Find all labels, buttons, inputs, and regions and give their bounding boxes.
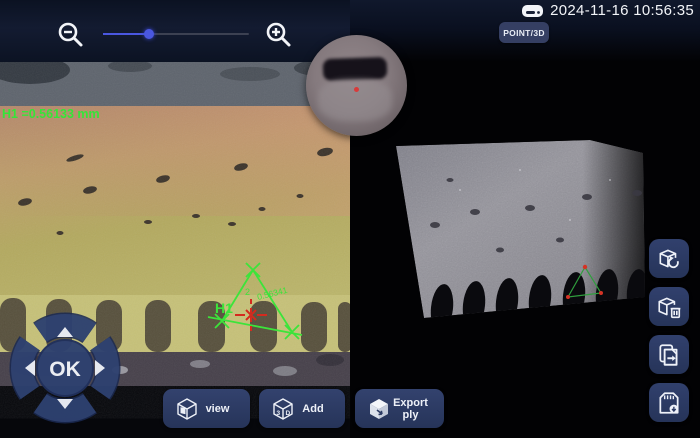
ok-button-label: OK xyxy=(49,358,81,381)
document-export-icon xyxy=(656,342,682,368)
export-ply-button[interactable]: Export ply xyxy=(355,389,444,428)
zoom-in-icon[interactable] xyxy=(263,20,293,50)
measurement-app: H1 =0.56133 mm H1 2 0.56341 xyxy=(0,0,700,438)
save-to-sd-button[interactable] xyxy=(649,383,689,422)
zoom-out-icon[interactable] xyxy=(55,20,85,50)
inset-slot-detail xyxy=(323,57,388,81)
zoom-slider-handle[interactable] xyxy=(144,29,154,39)
vertex-label: 2 xyxy=(245,287,250,297)
svg-text:3: 3 xyxy=(277,410,281,417)
view-button-label: view xyxy=(199,403,250,415)
point-name-label: H1 xyxy=(215,300,233,316)
add-button-label: Add xyxy=(295,403,345,415)
storage-icon xyxy=(521,4,544,18)
cube-wireframe-icon xyxy=(175,397,199,421)
view-button[interactable]: view xyxy=(163,389,250,428)
export-file-button[interactable] xyxy=(649,335,689,374)
point-3d-mode-button[interactable]: POINT/3D xyxy=(499,22,549,43)
sd-card-save-icon xyxy=(656,390,682,416)
add-button[interactable]: 3 D Add xyxy=(259,389,345,428)
svg-text:D: D xyxy=(286,410,291,417)
zoom-slider-control xyxy=(55,20,295,50)
reset-3d-view-button[interactable] xyxy=(649,239,689,278)
zoom-slider-track[interactable] xyxy=(103,33,249,35)
dpad-control: OK xyxy=(8,312,122,426)
clock-group: 2024-11-16 10:56:35 xyxy=(521,2,694,19)
measurement-readout: H1 =0.56133 mm xyxy=(2,107,100,121)
cube-3d-icon: 3 D xyxy=(271,397,295,421)
cube-rotate-icon xyxy=(656,246,682,272)
delete-3d-model-button[interactable] xyxy=(649,287,689,326)
cube-trash-icon xyxy=(656,294,682,320)
cube-export-icon xyxy=(367,397,391,421)
inset-cursor-dot xyxy=(354,87,359,92)
datetime-text: 2024-11-16 10:56:35 xyxy=(550,2,694,19)
export-ply-button-label: Export ply xyxy=(391,397,444,421)
zoom-slider-fill xyxy=(103,33,148,35)
inset-surface-detail xyxy=(318,79,392,121)
magnifier-inset xyxy=(306,35,407,136)
